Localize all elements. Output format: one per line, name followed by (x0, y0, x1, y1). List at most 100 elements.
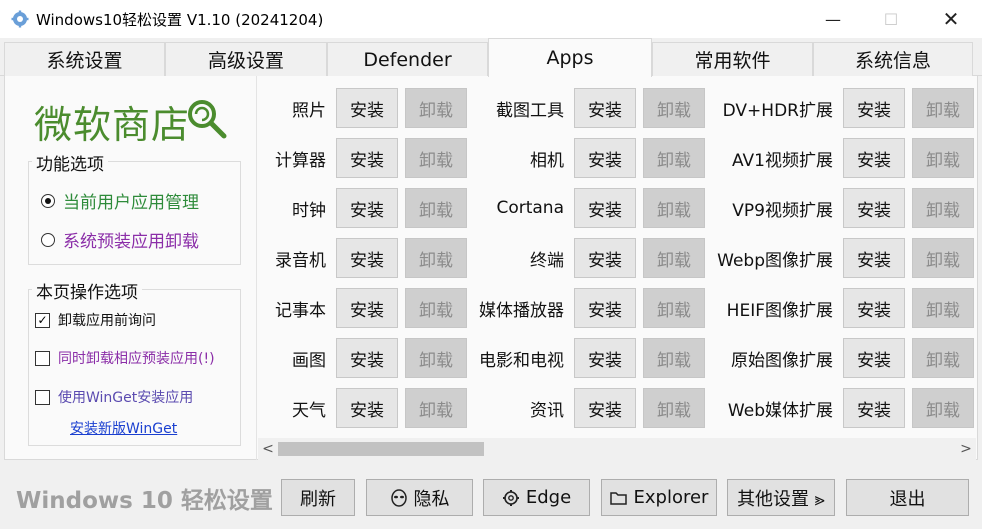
tab-bar: 系统设置 高级设置 Defender Apps 常用软件 系统信息 (0, 38, 982, 77)
checkbox-checked[interactable]: ✓ (35, 312, 50, 328)
other-settings-button[interactable]: 其他设置 ⪢ (727, 479, 835, 516)
uninstall-button[interactable]: 卸载 (643, 88, 705, 128)
explorer-button[interactable]: Explorer (601, 479, 717, 516)
app-label: Webp图像扩展 (717, 250, 833, 271)
tab-advanced-settings[interactable]: 高级设置 (165, 42, 327, 76)
install-button[interactable]: 安装 (574, 238, 636, 278)
minimize-button[interactable]: — (804, 0, 862, 38)
uninstall-button[interactable]: 卸载 (912, 188, 974, 228)
install-button[interactable]: 安装 (574, 388, 636, 428)
exit-button[interactable]: 退出 (846, 479, 969, 516)
uninstall-button[interactable]: 卸载 (912, 288, 974, 328)
explorer-label: Explorer (633, 487, 709, 508)
install-button[interactable]: 安装 (574, 88, 636, 128)
app-label: 相机 (530, 150, 564, 171)
app-label: 终端 (530, 250, 564, 271)
uninstall-button[interactable]: 卸载 (643, 138, 705, 178)
privacy-label: 隐私 (413, 488, 450, 510)
uninstall-button[interactable]: 卸载 (643, 238, 705, 278)
scroll-right-arrow[interactable]: > (956, 438, 976, 460)
check-label: 同时卸载相应预装应用(!) (58, 351, 215, 367)
install-button[interactable]: 安装 (843, 238, 905, 278)
horizontal-scrollbar[interactable]: < > (258, 438, 976, 460)
install-button[interactable]: 安装 (574, 338, 636, 378)
app-label: 计算器 (275, 150, 326, 171)
uninstall-button[interactable]: 卸载 (912, 238, 974, 278)
feature-options-title: 功能选项 (32, 150, 108, 175)
uninstall-button[interactable]: 卸载 (643, 338, 705, 378)
app-label: 时钟 (292, 200, 326, 221)
scroll-left-arrow[interactable]: < (258, 438, 278, 460)
install-button[interactable]: 安装 (843, 288, 905, 328)
install-button[interactable]: 安装 (843, 188, 905, 228)
app-label: 记事本 (275, 300, 326, 321)
other-settings-label: 其他设置 ⪢ (737, 488, 825, 510)
uninstall-button[interactable]: 卸载 (912, 88, 974, 128)
radio-indicator[interactable] (41, 232, 55, 247)
install-button[interactable]: 安装 (843, 338, 905, 378)
brand-text: Windows 10 轻松设置 (16, 488, 273, 514)
uninstall-button[interactable]: 卸载 (912, 388, 974, 428)
radio-current-user-apps[interactable]: 当前用户应用管理 (41, 188, 199, 213)
uninstall-button[interactable]: 卸载 (643, 388, 705, 428)
checkbox[interactable] (35, 389, 50, 405)
settings-icon (502, 489, 519, 506)
privacy-button[interactable]: 隐私 (366, 479, 473, 516)
check-label: 卸载应用前询问 (58, 313, 156, 329)
refresh-button[interactable]: 刷新 (281, 479, 355, 516)
tab-common-software[interactable]: 常用软件 (652, 42, 813, 76)
radio-preinstalled-apps[interactable]: 系统预装应用卸载 (41, 227, 199, 252)
radio-indicator-checked[interactable] (41, 193, 55, 208)
title-bar: Windows10轻松设置 V1.10 (20241204) — ☐ ✕ (0, 0, 982, 38)
close-button[interactable]: ✕ (922, 0, 980, 38)
maximize-button[interactable]: ☐ (862, 0, 920, 38)
store-logo-text: 微软商店 (34, 103, 191, 147)
app-label: Cortana (496, 198, 564, 218)
install-button[interactable]: 安装 (843, 388, 905, 428)
tab-system-settings[interactable]: 系统设置 (4, 42, 165, 76)
install-button[interactable]: 安装 (574, 188, 636, 228)
app-label: 天气 (292, 400, 326, 421)
edge-label: Edge (525, 487, 572, 508)
install-button[interactable]: 安装 (336, 388, 398, 428)
page-options-title: 本页操作选项 (32, 278, 142, 303)
check-label: 使用WinGet安装应用 (58, 390, 194, 406)
app-label: 资讯 (530, 400, 564, 421)
check-ask-before-uninstall[interactable]: ✓ 卸载应用前询问 (35, 310, 156, 330)
install-button[interactable]: 安装 (336, 288, 398, 328)
app-label: AV1视频扩展 (732, 150, 833, 171)
install-button[interactable]: 安装 (843, 88, 905, 128)
uninstall-button[interactable]: 卸载 (643, 188, 705, 228)
uninstall-button[interactable]: 卸载 (912, 138, 974, 178)
app-label: Web媒体扩展 (727, 400, 833, 421)
tab-system-info[interactable]: 系统信息 (813, 42, 973, 76)
install-winget-link[interactable]: 安装新版WinGet (70, 418, 177, 438)
app-label: 录音机 (275, 250, 326, 271)
gear-app-icon (11, 10, 29, 28)
tab-defender[interactable]: Defender (327, 42, 488, 76)
checkbox[interactable] (35, 350, 50, 366)
install-button[interactable]: 安装 (843, 138, 905, 178)
uninstall-button[interactable]: 卸载 (912, 338, 974, 378)
tab-apps[interactable]: Apps (488, 38, 652, 77)
check-uninstall-preinstalled[interactable]: 同时卸载相应预装应用(!) (35, 348, 215, 368)
alien-icon (390, 488, 407, 507)
install-button[interactable]: 安装 (574, 288, 636, 328)
app-label: 画图 (292, 350, 326, 371)
app-label: DV+HDR扩展 (722, 100, 833, 121)
edge-button[interactable]: Edge (483, 479, 590, 516)
app-label: HEIF图像扩展 (726, 300, 833, 321)
scroll-thumb[interactable] (278, 442, 484, 456)
install-button[interactable]: 安装 (336, 238, 398, 278)
app-label: 截图工具 (496, 100, 564, 121)
uninstall-button[interactable]: 卸载 (643, 288, 705, 328)
install-button[interactable]: 安装 (336, 138, 398, 178)
install-button[interactable]: 安装 (574, 138, 636, 178)
exit-label: 退出 (889, 488, 926, 510)
install-button[interactable]: 安装 (336, 188, 398, 228)
app-label: 照片 (292, 100, 326, 121)
check-use-winget[interactable]: 使用WinGet安装应用 (35, 387, 193, 407)
app-label: 原始图像扩展 (731, 350, 833, 371)
install-button[interactable]: 安装 (336, 88, 398, 128)
install-button[interactable]: 安装 (336, 338, 398, 378)
